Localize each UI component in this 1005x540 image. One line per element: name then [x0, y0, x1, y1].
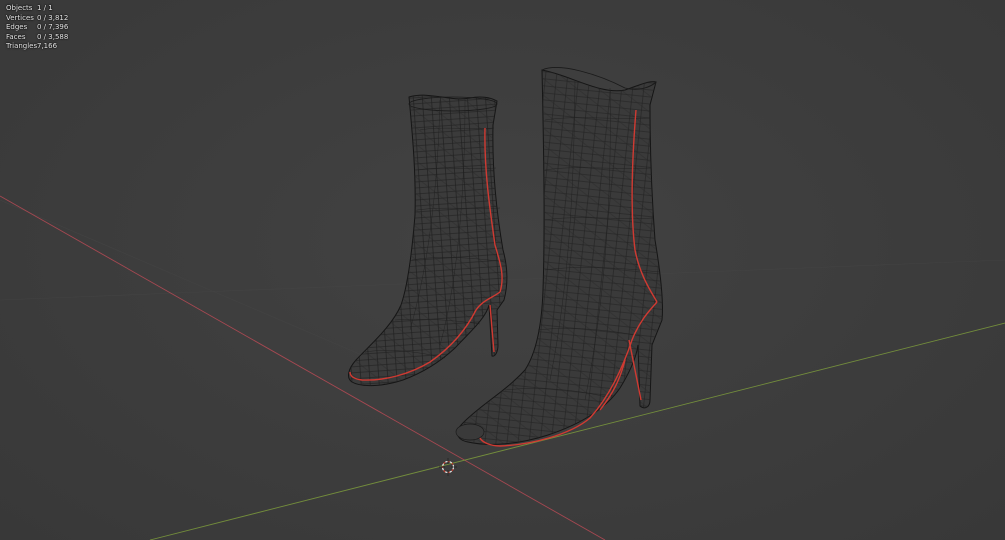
stat-label: Vertices [6, 13, 34, 22]
stat-label: Objects [6, 4, 33, 12]
x-axis-line [0, 195, 606, 540]
stat-label: Faces [6, 32, 26, 41]
stat-objects: Objects 1 / 1 [6, 4, 68, 14]
stat-value: 1 / 1 [37, 4, 53, 12]
stat-label: Triangles [6, 42, 38, 51]
stat-value: 0 / 3,812 [37, 13, 69, 22]
left-boot-mesh[interactable] [348, 94, 508, 387]
stat-vertices: Vertices 0 / 3,812 [6, 14, 68, 24]
stat-triangles: Triangles 7,166 [6, 42, 68, 52]
3d-viewport[interactable]: Objects 1 / 1 Vertices 0 / 3,812 Edges 0… [0, 0, 1005, 540]
stat-faces: Faces 0 / 3,588 [6, 33, 68, 43]
stat-value: 0 / 3,588 [37, 32, 69, 41]
stat-value: 7,166 [37, 42, 58, 51]
stat-value: 0 / 7,396 [37, 23, 69, 32]
3d-cursor-icon[interactable] [439, 458, 457, 476]
statistics-overlay: Objects 1 / 1 Vertices 0 / 3,812 Edges 0… [6, 4, 68, 52]
stat-label: Edges [6, 23, 28, 32]
stat-edges: Edges 0 / 7,396 [6, 23, 68, 33]
viewport-scene[interactable] [0, 0, 1005, 540]
